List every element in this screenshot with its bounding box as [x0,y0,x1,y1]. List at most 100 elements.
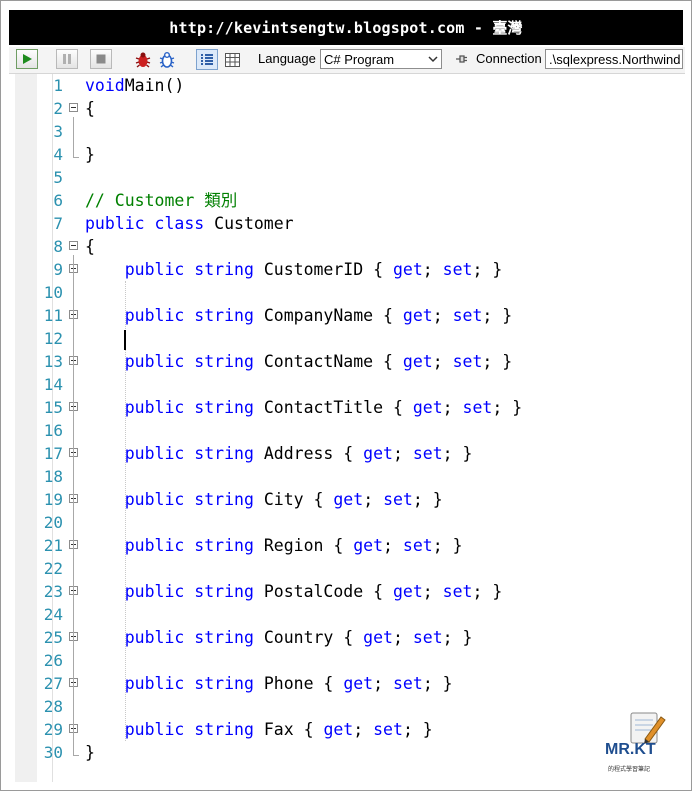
keyword-token: get [353,536,384,555]
line-number: 27 [43,674,63,693]
keyword-token: get [402,352,433,371]
code-line[interactable]: 24 [15,603,685,626]
fold-end-main [73,157,79,158]
logo-subtitle: 的程式學習筆記 [608,766,651,773]
code-line[interactable]: 23 public string PostalCode { get; set; … [15,580,685,603]
line-number: 3 [53,122,63,141]
code-line[interactable]: 20 [15,511,685,534]
connection-select[interactable]: .\sqlexpress.Northwind [545,49,683,69]
fold-outline-main [73,117,74,157]
line-number: 9 [53,260,63,279]
execute-icon [23,54,32,64]
code-line[interactable]: 3 [15,120,685,143]
code-line[interactable]: 14 [15,373,685,396]
debug-blue-button[interactable] [157,50,177,70]
keyword-token: get [402,306,433,325]
line-number: 14 [43,375,63,394]
line-number: 10 [43,283,63,302]
code-token: ; [432,306,453,325]
keyword-token: public string [124,398,264,417]
keyword-token: get [323,720,354,739]
red-bug-icon [135,52,151,68]
line-number: 15 [43,398,63,417]
keyword-token: public class [85,214,215,233]
keyword-token: set [412,628,443,647]
code-line[interactable]: 15 public string ContactTitle { get; set… [15,396,685,419]
keyword-token: set [452,306,483,325]
line-number: 5 [53,168,63,187]
code-token: ; [363,490,384,509]
debug-red-button[interactable] [133,50,153,70]
code-line[interactable]: 29 public string Fax { get; set; } [15,718,685,741]
stop-button[interactable] [90,49,112,69]
code-line[interactable]: 18 [15,465,685,488]
code-line[interactable]: 28 [15,695,685,718]
code-text: } [85,741,95,764]
code-line[interactable]: 10 [15,281,685,304]
code-text: public string CustomerID { get; set; } [85,258,503,281]
code-line[interactable]: 19 public string City { get; set; } [15,488,685,511]
linqpad-window: http://kevintsengtw.blogspot.com - 臺灣 La… [0,0,692,791]
code-text: public string City { get; set; } [85,488,443,511]
line-number: 7 [53,214,63,233]
execute-button[interactable] [16,49,38,69]
code-line[interactable]: 8{ [15,235,685,258]
keyword-token: get [333,490,364,509]
code-line[interactable]: 5 [15,166,685,189]
code-token: Phone { [263,674,344,693]
code-line[interactable]: 27 public string Phone { get; set; } [15,672,685,695]
code-line[interactable]: 11 public string CompanyName { get; set;… [15,304,685,327]
code-line[interactable]: 16 [15,419,685,442]
code-line[interactable]: 9 public string CustomerID { get; set; } [15,258,685,281]
code-line[interactable]: 13 public string ContactName { get; set;… [15,350,685,373]
line-number: 30 [43,743,63,762]
code-text: public string Country { get; set; } [85,626,473,649]
collapse-toggle-icon[interactable] [69,241,78,250]
code-token: ; [373,674,393,693]
line-number: 29 [43,720,63,739]
code-line[interactable]: 4} [15,143,685,166]
keyword-token: get [363,444,393,463]
keyword-token: set [412,444,443,463]
code-line[interactable]: 6 // Customer 類別 [15,189,685,212]
language-label: Language [258,51,316,66]
code-token: Fax { [263,720,324,739]
keyword-token: get [392,260,423,279]
stop-icon [96,54,106,64]
line-number: 28 [43,697,63,716]
pause-icon [63,54,71,64]
line-number: 17 [43,444,63,463]
code-text: public string PostalCode { get; set; } [85,580,503,603]
code-line[interactable]: 2{ [15,97,685,120]
results-to-rich-text-button[interactable] [196,49,218,70]
code-line[interactable]: 17 public string Address { get; set; } [15,442,685,465]
line-number: 26 [43,651,63,670]
code-editor[interactable]: 1 voidMain() 2{ 3 4} 5 6// Customer 類別 7 public … [15,74,685,782]
code-token: ; [383,536,403,555]
code-text: public string CompanyName { get; set; } [85,304,512,327]
code-line[interactable]: 26 [15,649,685,672]
code-line[interactable]: 1 voidMain() [15,74,685,97]
language-value: C# Program [324,51,395,67]
code-line[interactable]: 21 public string Region { get; set; } [15,534,685,557]
code-line[interactable]: 22 [15,557,685,580]
line-number: 23 [43,582,63,601]
code-line[interactable]: 30} [15,741,685,764]
code-token: ; [422,582,443,601]
results-to-grid-button[interactable] [222,50,242,70]
code-token: Customer [214,214,294,233]
code-text: { [85,97,95,120]
pause-button[interactable] [56,49,78,69]
collapse-toggle-icon[interactable] [69,103,78,112]
code-line[interactable]: 12 [15,327,685,350]
code-token: ; [392,628,413,647]
code-line[interactable]: 7 public class Customer [15,212,685,235]
code-line[interactable]: 25 public string Country { get; set; } [15,626,685,649]
code-token: } [85,145,95,164]
line-number: 20 [43,513,63,532]
language-select[interactable]: C# Program [320,49,442,69]
code-token: Main() [124,76,185,95]
